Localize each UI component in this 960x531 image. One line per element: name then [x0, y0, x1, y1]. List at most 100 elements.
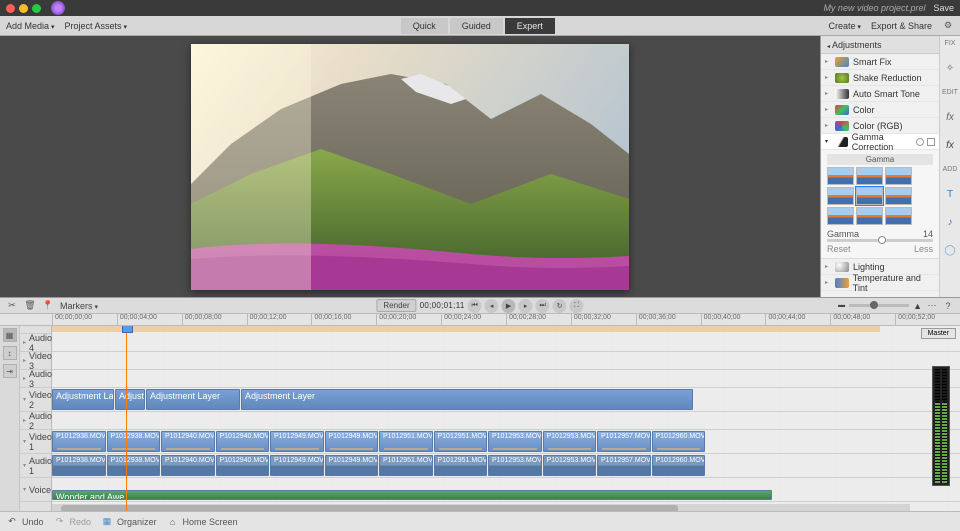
track-hdr-voice[interactable]: ▾Voice: [20, 478, 51, 502]
close-window-icon[interactable]: [6, 4, 15, 13]
clip-audio[interactable]: P1012951.MOV [A]: [379, 455, 433, 476]
adj-visibility-icon[interactable]: [916, 138, 924, 146]
tool-ripple-icon[interactable]: ⇥: [3, 364, 17, 378]
clip-audio[interactable]: P1012940.MOV [A]: [161, 455, 215, 476]
tool-trash-icon[interactable]: 🗑: [24, 300, 36, 312]
clip-video[interactable]: P1012957.MOV [V]: [597, 431, 651, 452]
adj-temperature-tint[interactable]: ▸Temperature and Tint: [821, 275, 939, 291]
tracks-area[interactable]: Master Adjustment Layer Adjustment Layer…: [52, 326, 960, 511]
clip-video[interactable]: P1012953.MOV [V]: [543, 431, 597, 452]
gamma-slider[interactable]: [827, 239, 933, 242]
clip-audio[interactable]: P1012960.MOV [A]: [652, 455, 706, 476]
adj-color[interactable]: ▸Color: [821, 102, 939, 118]
adj-gamma-correction[interactable]: ▾Gamma Correction: [821, 134, 939, 150]
redo-button[interactable]: ↷Redo: [54, 516, 92, 528]
step-back-icon[interactable]: ◂: [485, 299, 499, 313]
project-assets-button[interactable]: Project Assets: [65, 21, 128, 31]
home-screen-button[interactable]: ⌂Home Screen: [167, 516, 238, 528]
clip-audio[interactable]: P1012957.MOV [A]: [597, 455, 651, 476]
tab-expert[interactable]: Expert: [505, 18, 555, 34]
clip-video[interactable]: P1012951.MOV [V]: [379, 431, 433, 452]
fullscreen-icon[interactable]: ⛶: [570, 299, 584, 313]
tool-track-select-icon[interactable]: ↕: [3, 346, 17, 360]
clip-video[interactable]: P1012949.MOV [V]: [270, 431, 324, 452]
tool-titles-icon[interactable]: T: [943, 187, 957, 201]
track-hdr-video3[interactable]: ▸Video 3: [20, 352, 51, 370]
tool-cut-icon[interactable]: ✂: [6, 300, 18, 312]
clip-video[interactable]: P1012940.MOV [V]: [216, 431, 270, 452]
marker-pin-icon[interactable]: 📍: [42, 300, 54, 312]
clip-audio[interactable]: P1012953.MOV [A]: [488, 455, 542, 476]
zoom-in-icon[interactable]: ▲: [913, 301, 922, 311]
gamma-preset-5[interactable]: [856, 187, 883, 205]
track-audio4[interactable]: [52, 334, 960, 352]
tab-quick[interactable]: Quick: [401, 18, 448, 34]
tool-share-icon[interactable]: ◯: [943, 243, 957, 257]
add-media-button[interactable]: Add Media: [6, 21, 55, 31]
gamma-preset-9[interactable]: [885, 207, 912, 225]
render-button[interactable]: Render: [376, 299, 416, 312]
export-share-button[interactable]: Export & Share: [871, 21, 932, 31]
clip-audio[interactable]: P1012938.MOV [A]: [52, 455, 106, 476]
clip-audio[interactable]: P1012938.MOV [A]: [107, 455, 161, 476]
track-video1[interactable]: P1012938.MOV [V]P1012938.MOV [V]P1012940…: [52, 430, 960, 454]
undo-button[interactable]: ↶Undo: [6, 516, 44, 528]
track-video2[interactable]: Adjustment Layer Adjustment Layer Adjust…: [52, 388, 960, 412]
gamma-preset-2[interactable]: [856, 167, 883, 185]
gamma-preset-8[interactable]: [856, 207, 883, 225]
adj-auto-smart-tone[interactable]: ▸Auto Smart Tone: [821, 86, 939, 102]
clip-video[interactable]: P1012938.MOV [V]: [107, 431, 161, 452]
track-hdr-video2[interactable]: ▾Video 2: [20, 388, 51, 412]
track-audio1[interactable]: P1012938.MOV [A]P1012938.MOV [A]P1012940…: [52, 454, 960, 478]
zoom-out-icon[interactable]: ▬: [838, 302, 845, 309]
tool-selection-icon[interactable]: ▦: [3, 328, 17, 342]
goto-start-icon[interactable]: ⏮: [468, 299, 482, 313]
timeline-options-icon[interactable]: ⋯: [926, 300, 938, 312]
clip-audio[interactable]: P1012949.MOV [A]: [270, 455, 324, 476]
clip-adjustment[interactable]: Adjustment Layer: [115, 389, 145, 410]
create-button[interactable]: Create: [828, 21, 860, 31]
clip-adjustment[interactable]: Adjustment Layer: [146, 389, 240, 410]
save-button[interactable]: Save: [933, 3, 954, 13]
clip-adjustment[interactable]: Adjustment Layer: [52, 389, 114, 410]
clip-adjustment[interactable]: Adjustment Layer: [241, 389, 693, 410]
zoom-slider[interactable]: [849, 304, 909, 307]
settings-gear-icon[interactable]: ⚙: [942, 20, 954, 32]
time-ruler[interactable]: 00;00;00;00 00;00;04;00 00;00;08;00 00;0…: [0, 314, 960, 326]
gamma-reset-button[interactable]: Reset: [827, 244, 851, 254]
step-fwd-icon[interactable]: ▸: [519, 299, 533, 313]
clip-video[interactable]: P1012951.MOV [V]: [434, 431, 488, 452]
clip-audio[interactable]: P1012940.MOV [A]: [216, 455, 270, 476]
tool-fx-icon[interactable]: fx: [943, 138, 957, 152]
track-video3[interactable]: [52, 352, 960, 370]
track-hdr-video1[interactable]: ▾Video 1: [20, 430, 51, 454]
clip-music[interactable]: Wonder and Awe: [52, 490, 772, 500]
tab-guided[interactable]: Guided: [450, 18, 503, 34]
adj-smart-fix[interactable]: ▸Smart Fix: [821, 54, 939, 70]
video-preview[interactable]: [191, 44, 629, 290]
track-voice[interactable]: Wonder and Awe: [52, 478, 960, 502]
organizer-button[interactable]: ▦Organizer: [101, 516, 157, 528]
clip-audio[interactable]: P1012953.MOV [A]: [543, 455, 597, 476]
markers-button[interactable]: Markers: [60, 301, 98, 311]
track-hdr-audio2[interactable]: ▸Audio 2: [20, 412, 51, 430]
clip-audio[interactable]: P1012949.MOV [A]: [325, 455, 379, 476]
clip-video[interactable]: P1012940.MOV [V]: [161, 431, 215, 452]
timecode-display[interactable]: 00;00;01;11: [420, 301, 465, 310]
clip-video[interactable]: P1012949.MOV [V]: [325, 431, 379, 452]
timeline-help-icon[interactable]: ?: [942, 300, 954, 312]
track-audio2[interactable]: [52, 412, 960, 430]
track-hdr-audio4[interactable]: ▸Audio 4: [20, 334, 51, 352]
work-area-bar[interactable]: [52, 326, 880, 332]
clip-audio[interactable]: P1012951.MOV [A]: [434, 455, 488, 476]
play-icon[interactable]: ▶: [502, 299, 516, 313]
timeline-h-scrollbar[interactable]: [52, 504, 910, 511]
gamma-preset-7[interactable]: [827, 207, 854, 225]
loop-icon[interactable]: ↻: [553, 299, 567, 313]
adj-delete-icon[interactable]: [927, 138, 935, 146]
playhead[interactable]: [126, 326, 127, 511]
clip-video[interactable]: P1012960.MOV [V]: [652, 431, 706, 452]
minimize-window-icon[interactable]: [19, 4, 28, 13]
gamma-preset-6[interactable]: [885, 187, 912, 205]
tool-crop-icon[interactable]: ✧: [943, 61, 957, 75]
